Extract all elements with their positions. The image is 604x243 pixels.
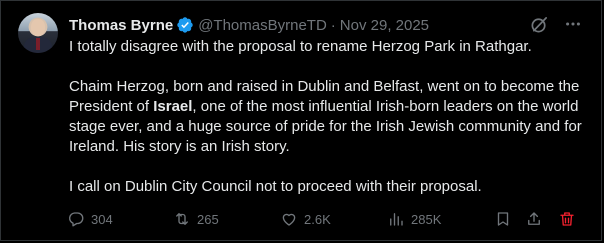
grok-icon[interactable] xyxy=(529,14,549,34)
bookmark-icon xyxy=(497,212,509,226)
like-count: 2.6K xyxy=(304,211,331,227)
post-text: I totally disagree with the proposal to … xyxy=(69,37,589,197)
share-icon xyxy=(528,212,540,225)
reply-icon xyxy=(69,212,84,227)
post-header: Thomas Byrne @ThomasByrneTD · Nov 29, 20… xyxy=(69,15,429,35)
verified-badge-icon xyxy=(176,16,194,34)
heart-icon xyxy=(282,213,296,226)
post-p2-bold: Israel xyxy=(153,98,193,115)
avatar[interactable] xyxy=(18,13,58,53)
views-count: 285K xyxy=(411,211,442,227)
views-button[interactable]: 285K xyxy=(387,208,441,230)
share-button[interactable] xyxy=(525,208,543,230)
reply-button[interactable]: 304 xyxy=(67,208,113,230)
reply-count: 304 xyxy=(91,211,113,227)
separator-dot: · xyxy=(330,16,336,34)
repost-icon xyxy=(176,213,188,225)
bookmark-button[interactable] xyxy=(494,208,512,230)
more-options-icon[interactable] xyxy=(563,14,583,34)
repost-count: 265 xyxy=(197,211,219,227)
post-top-actions xyxy=(529,14,583,34)
author-name[interactable]: Thomas Byrne xyxy=(69,17,173,34)
post-card[interactable]: Thomas Byrne @ThomasByrneTD · Nov 29, 20… xyxy=(0,0,602,241)
like-button[interactable]: 2.6K xyxy=(280,208,331,230)
trash-icon xyxy=(560,212,574,226)
views-icon xyxy=(390,213,403,226)
repost-button[interactable]: 265 xyxy=(173,208,219,230)
avatar-tie xyxy=(36,38,40,50)
post-date[interactable]: Nov 29, 2025 xyxy=(340,17,429,34)
post-paragraph-2: Chaim Herzog, born and raised in Dublin … xyxy=(69,77,589,157)
delete-button[interactable] xyxy=(558,208,576,230)
author-handle[interactable]: @ThomasByrneTD xyxy=(198,17,327,34)
post-line-1: I totally disagree with the proposal to … xyxy=(69,38,532,55)
action-bar: 304 265 2.6K 285K xyxy=(67,208,587,230)
avatar-face xyxy=(31,19,45,36)
post-paragraph-3: I call on Dublin City Council not to pro… xyxy=(69,178,482,195)
